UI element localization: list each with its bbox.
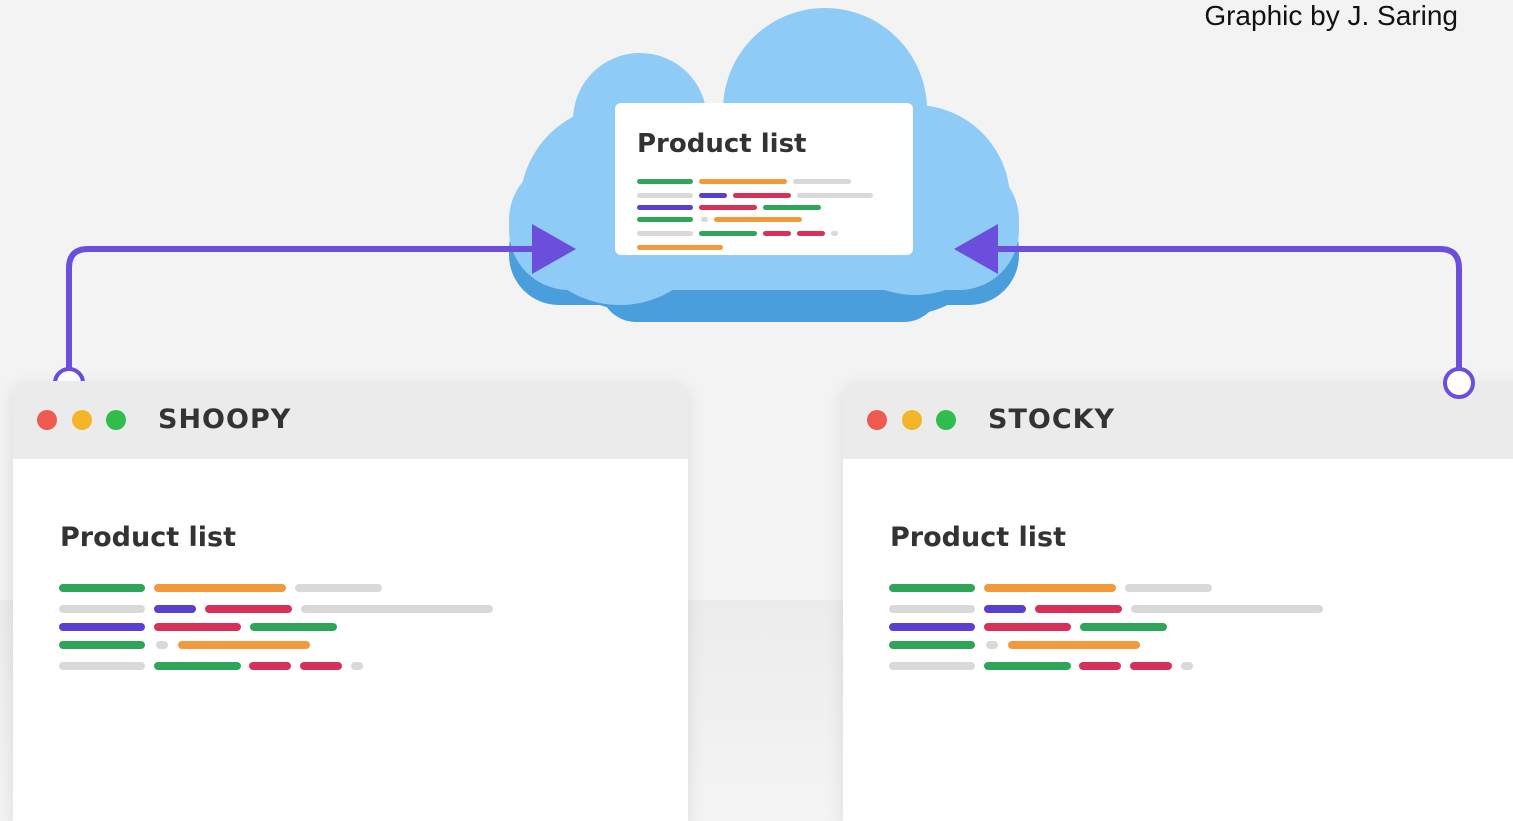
text-line xyxy=(300,662,342,670)
text-line xyxy=(351,662,363,670)
app-name: SHOOPY xyxy=(158,404,292,435)
text-line xyxy=(178,641,310,649)
text-line xyxy=(984,605,1026,613)
text-line xyxy=(154,662,241,670)
close-dot-icon xyxy=(867,410,887,430)
text-line xyxy=(701,217,708,222)
text-line xyxy=(1079,662,1121,670)
text-line xyxy=(637,217,693,222)
text-line xyxy=(205,605,292,613)
text-line xyxy=(637,245,723,250)
text-line xyxy=(154,623,241,631)
text-line xyxy=(831,231,838,236)
text-line xyxy=(699,179,787,184)
text-line xyxy=(797,231,825,236)
text-line xyxy=(1035,605,1122,613)
text-line xyxy=(59,605,145,613)
window-titlebar: SHOOPY xyxy=(13,381,688,459)
text-line xyxy=(889,605,975,613)
stocky-window: STOCKY Product list xyxy=(843,381,1513,821)
minimize-dot-icon xyxy=(72,410,92,430)
text-line xyxy=(156,641,168,649)
app-name: STOCKY xyxy=(988,404,1116,435)
text-line xyxy=(889,641,975,649)
minimize-dot-icon xyxy=(902,410,922,430)
text-line xyxy=(763,231,791,236)
text-line xyxy=(1125,584,1212,592)
text-line xyxy=(793,179,851,184)
text-line xyxy=(1130,662,1172,670)
text-line xyxy=(763,205,821,210)
text-line xyxy=(733,193,791,198)
close-dot-icon xyxy=(37,410,57,430)
text-line xyxy=(714,217,802,222)
window-titlebar: STOCKY xyxy=(843,381,1513,459)
product-list-title: Product list xyxy=(890,522,1067,553)
text-line xyxy=(797,193,873,198)
maximize-dot-icon xyxy=(106,410,126,430)
text-line xyxy=(59,623,145,631)
text-line xyxy=(984,584,1116,592)
cloud-product-card: Product list xyxy=(615,103,913,255)
text-line xyxy=(637,179,693,184)
text-line xyxy=(59,584,145,592)
maximize-dot-icon xyxy=(936,410,956,430)
text-line xyxy=(154,584,286,592)
text-line xyxy=(889,584,975,592)
text-line xyxy=(59,662,145,670)
text-line xyxy=(1080,623,1167,631)
text-line xyxy=(889,623,975,631)
text-line xyxy=(984,662,1071,670)
text-line xyxy=(249,662,291,670)
text-line xyxy=(637,205,693,210)
text-line xyxy=(1181,662,1193,670)
left-connector xyxy=(53,224,576,399)
text-line xyxy=(699,231,757,236)
text-line xyxy=(295,584,382,592)
text-line xyxy=(986,641,998,649)
text-line xyxy=(984,623,1071,631)
text-line xyxy=(1131,605,1323,613)
text-line xyxy=(699,205,757,210)
text-line xyxy=(301,605,493,613)
text-line xyxy=(1008,641,1140,649)
product-list-title: Product list xyxy=(60,522,237,553)
text-line xyxy=(889,662,975,670)
text-line xyxy=(699,193,727,198)
text-line xyxy=(250,623,337,631)
text-line xyxy=(637,231,693,236)
text-line xyxy=(637,193,693,198)
shoopy-window: SHOOPY Product list xyxy=(13,381,688,821)
cloud-card-title: Product list xyxy=(637,129,807,159)
text-line xyxy=(154,605,196,613)
text-line xyxy=(59,641,145,649)
right-connector xyxy=(954,224,1462,370)
